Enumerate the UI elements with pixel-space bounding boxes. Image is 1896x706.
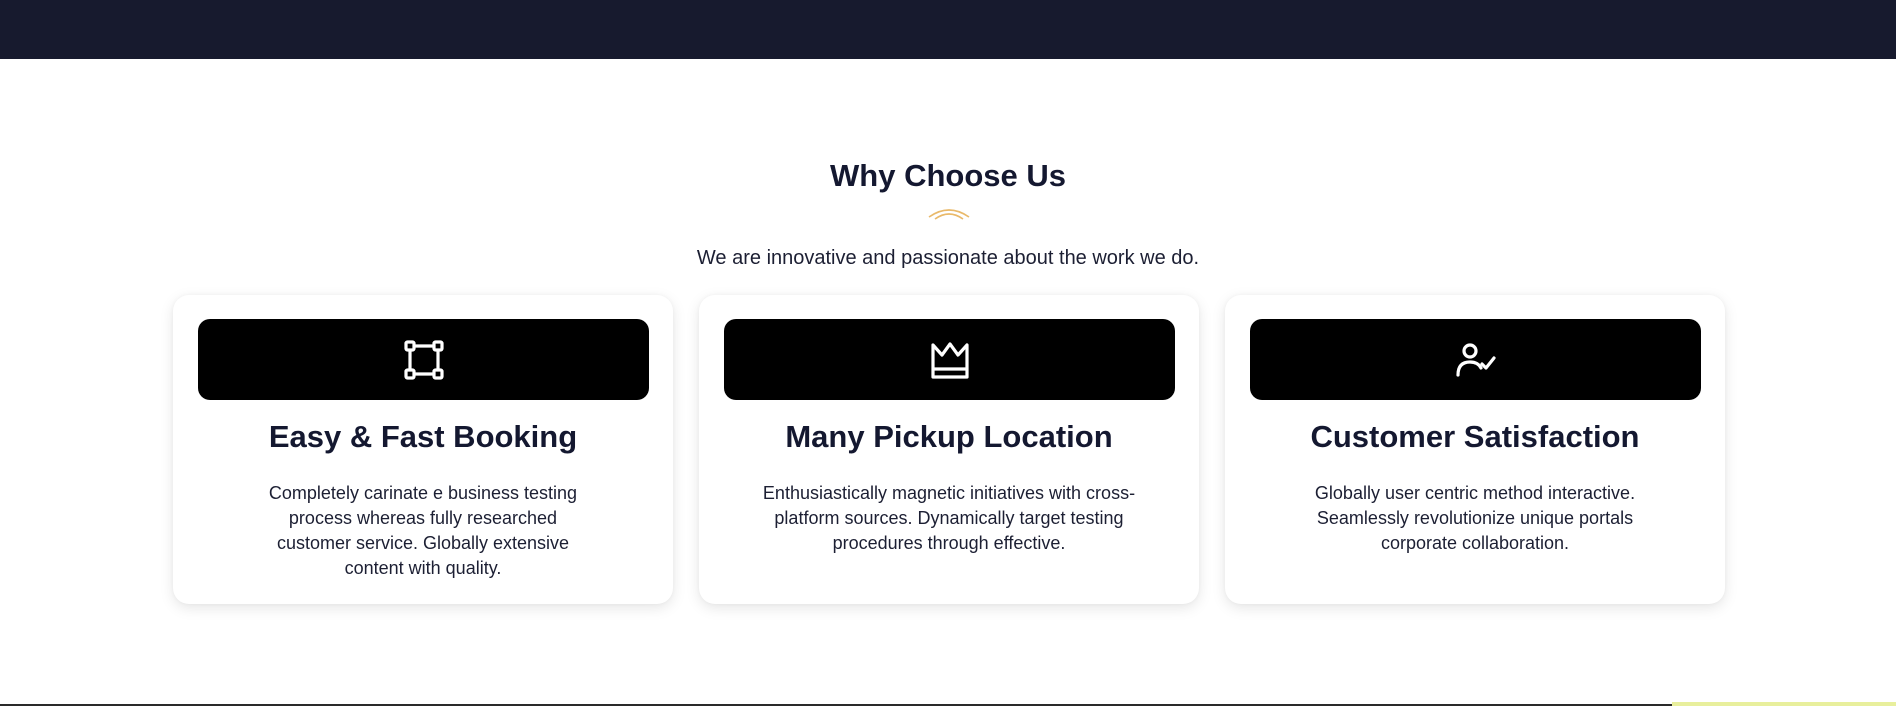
feature-icon-box [724, 319, 1175, 400]
feature-description: Globally user centric method interactive… [1314, 483, 1636, 553]
user-check-icon [1455, 342, 1496, 377]
feature-card-booking: Easy & Fast Booking Completely carinate … [173, 295, 673, 604]
divider-arc-icon [928, 209, 970, 220]
section-subtitle: We are innovative and passionate about t… [696, 247, 1200, 269]
section-title: Why Choose Us [830, 158, 1066, 193]
feature-icon-box [198, 319, 649, 400]
footer-accent [1672, 702, 1896, 706]
feature-icon-box [1250, 319, 1701, 400]
feature-description: Enthusiastically magnetic initiatives wi… [762, 483, 1136, 553]
crown-icon [930, 341, 969, 379]
feature-card-satisfaction: Customer Satisfaction Globally user cent… [1225, 295, 1725, 604]
selection-frame-icon [403, 339, 444, 380]
top-navbar [0, 0, 1896, 59]
feature-title: Many Pickup Location [785, 419, 1113, 454]
feature-title: Easy & Fast Booking [268, 419, 578, 454]
feature-title: Customer Satisfaction [1310, 419, 1640, 454]
feature-description: Completely carinate e business testing p… [268, 483, 578, 578]
feature-card-pickup: Many Pickup Location Enthusiastically ma… [699, 295, 1199, 604]
